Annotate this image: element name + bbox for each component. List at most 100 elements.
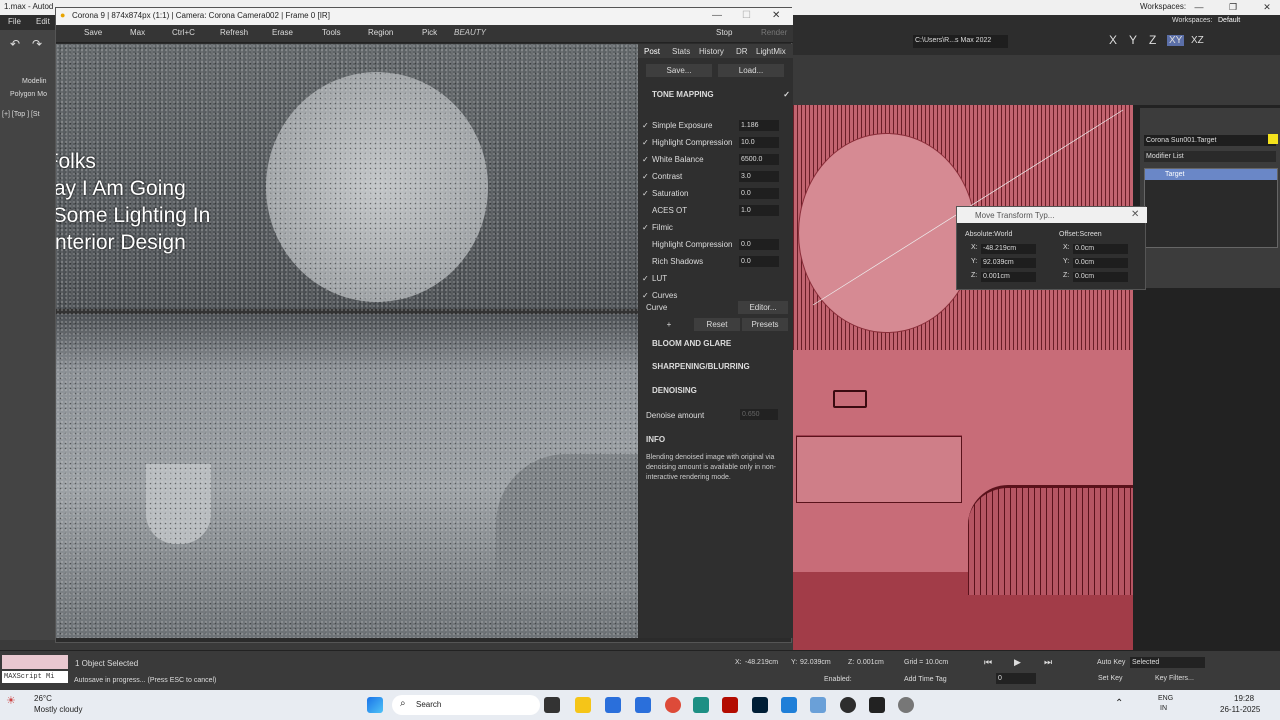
- task-view-icon[interactable]: [544, 697, 560, 713]
- ribbon-polygon-modeling[interactable]: Polygon Mo: [10, 91, 47, 98]
- load-settings-button[interactable]: Load...: [718, 64, 784, 77]
- region-button[interactable]: Region: [368, 28, 393, 37]
- curve-presets-button[interactable]: Presets: [742, 318, 788, 331]
- tone-row[interactable]: ✓ Simple Exposure 1.186: [642, 119, 790, 133]
- tab-history[interactable]: History: [699, 47, 724, 56]
- play-icon[interactable]: ▶: [1014, 657, 1021, 668]
- app-icon-color[interactable]: [840, 697, 856, 713]
- row-value-field[interactable]: 3.0: [739, 171, 779, 182]
- render-button[interactable]: Render: [761, 28, 787, 37]
- region-label[interactable]: IN: [1160, 705, 1167, 712]
- corona-minimize-button[interactable]: —: [712, 10, 722, 21]
- axis-y[interactable]: Y: [1129, 33, 1137, 47]
- max-minimize-button[interactable]: —: [1188, 0, 1210, 15]
- tone-row[interactable]: Rich Shadows 0.0: [642, 255, 790, 269]
- viewport-label[interactable]: [+] [Top ] [St: [2, 111, 40, 118]
- tone-row[interactable]: ✓ Filmic: [642, 221, 790, 235]
- object-color-swatch[interactable]: [1268, 134, 1278, 144]
- render-element-dropdown[interactable]: BEAUTY: [454, 28, 486, 37]
- refresh-button[interactable]: Refresh: [220, 28, 248, 37]
- move-transform-titlebar[interactable]: Move Transform Typ... ✕: [957, 207, 1147, 223]
- app-icon-grid[interactable]: [781, 697, 797, 713]
- off-x-field[interactable]: 0.0cm: [1073, 244, 1128, 254]
- corona-close-button[interactable]: ✕: [772, 10, 780, 21]
- path-field[interactable]: C:\Users\R...s Max 2022: [913, 35, 1008, 48]
- tone-row[interactable]: Highlight Compression 0.0: [642, 238, 790, 252]
- clock-date[interactable]: 26-11-2025: [1220, 705, 1260, 714]
- app-icon-terminal[interactable]: [869, 697, 885, 713]
- tone-row[interactable]: ✓ Contrast 3.0: [642, 170, 790, 184]
- row-checkbox[interactable]: ✓: [642, 172, 649, 181]
- erase-button[interactable]: Erase: [272, 28, 293, 37]
- windows-start-icon[interactable]: [367, 697, 383, 713]
- row-checkbox[interactable]: ✓: [642, 155, 649, 164]
- max-restore-button[interactable]: ❐: [1222, 0, 1244, 15]
- frame-field[interactable]: 0: [996, 673, 1036, 684]
- go-start-icon[interactable]: ⏮: [984, 657, 992, 668]
- pick-button[interactable]: Pick: [422, 28, 437, 37]
- tone-row[interactable]: ✓ Highlight Compression 10.0: [642, 136, 790, 150]
- tone-row[interactable]: ✓ LUT: [642, 272, 790, 286]
- calculator-icon[interactable]: [635, 697, 651, 713]
- chrome-icon[interactable]: [665, 697, 681, 713]
- menu-edit[interactable]: Edit: [36, 17, 50, 26]
- corona-title-bar[interactable]: ● Corona 9 | 874x874px (1:1) | Camera: C…: [56, 8, 793, 25]
- bloom-glare-header[interactable]: BLOOM AND GLARE: [642, 339, 790, 353]
- row-checkbox[interactable]: ✓: [642, 189, 649, 198]
- row-value-field[interactable]: 10.0: [739, 137, 779, 148]
- denoise-amount-field[interactable]: 0.650: [740, 409, 778, 420]
- weather-desc[interactable]: Mostly cloudy: [34, 705, 82, 714]
- go-end-icon[interactable]: ⏭: [1044, 657, 1052, 668]
- move-transform-close-icon[interactable]: ✕: [1131, 209, 1139, 220]
- stack-item-target[interactable]: Target: [1145, 169, 1277, 180]
- curve-reset-button[interactable]: Reset: [694, 318, 740, 331]
- axis-z[interactable]: Z: [1149, 33, 1156, 47]
- modifier-list-dropdown[interactable]: Modifier List: [1144, 151, 1276, 162]
- tab-post[interactable]: Post: [644, 47, 660, 56]
- tab-stats[interactable]: Stats: [672, 47, 690, 56]
- settings-icon[interactable]: [898, 697, 914, 713]
- save-button[interactable]: Save: [84, 28, 102, 37]
- tone-row[interactable]: ✓ Saturation 0.0: [642, 187, 790, 201]
- object-name-field[interactable]: Corona Sun001.Target: [1144, 135, 1276, 146]
- photoshop-icon[interactable]: [752, 697, 768, 713]
- taskbar-search-box[interactable]: ⌕ Search: [392, 695, 540, 715]
- set-key-button[interactable]: Set Key: [1098, 675, 1123, 682]
- row-checkbox[interactable]: ✓: [642, 121, 649, 130]
- row-value-field[interactable]: 1.186: [739, 120, 779, 131]
- save-settings-button[interactable]: Save...: [646, 64, 712, 77]
- abs-x-field[interactable]: -48.219cm: [981, 244, 1036, 254]
- language-label[interactable]: ENG: [1158, 695, 1173, 702]
- clock-time[interactable]: 19:28: [1234, 694, 1254, 703]
- redo-icon[interactable]: ↷: [32, 37, 42, 51]
- tone-mapping-header[interactable]: TONE MAPPING ✓: [642, 90, 790, 104]
- y-coord[interactable]: 92.039cm: [800, 659, 831, 666]
- tray-chevron-icon[interactable]: ⌃: [1115, 698, 1123, 709]
- corona-maximize-button[interactable]: ☐: [742, 10, 751, 21]
- sharpening-header[interactable]: SHARPENING/BLURRING: [642, 362, 790, 376]
- undo-icon[interactable]: ↶: [10, 37, 20, 51]
- app-icon-box[interactable]: [810, 697, 826, 713]
- tools-button[interactable]: Tools: [322, 28, 341, 37]
- z-coord[interactable]: 0.001cm: [857, 659, 884, 666]
- axis-xz[interactable]: XZ: [1191, 35, 1204, 46]
- key-mode-dropdown[interactable]: Selected: [1130, 657, 1205, 668]
- maxscript-mini-listener[interactable]: MAXScript Mi: [2, 671, 68, 683]
- ribbon-tab-modeling[interactable]: Modelin: [22, 78, 47, 85]
- menu-file[interactable]: File: [8, 17, 21, 26]
- row-checkbox[interactable]: ✓: [642, 223, 649, 232]
- axis-xy[interactable]: XY: [1167, 35, 1185, 46]
- copy-button[interactable]: Ctrl+C: [172, 28, 195, 37]
- add-time-tag[interactable]: Add Time Tag: [904, 676, 947, 683]
- axis-x[interactable]: X: [1109, 33, 1117, 47]
- tone-mapping-checkbox[interactable]: ✓: [783, 90, 790, 99]
- tone-row[interactable]: ✓ White Balance 6500.0: [642, 153, 790, 167]
- x-coord[interactable]: -48.219cm: [745, 659, 778, 666]
- row-checkbox[interactable]: ✓: [642, 291, 649, 300]
- row-value-field[interactable]: 0.0: [739, 239, 779, 250]
- file-explorer-icon[interactable]: [575, 697, 591, 713]
- row-value-field[interactable]: 0.0: [739, 188, 779, 199]
- row-value-field[interactable]: 6500.0: [739, 154, 779, 165]
- curve-editor-button[interactable]: Editor...: [738, 301, 788, 314]
- row-value-field[interactable]: 0.0: [739, 256, 779, 267]
